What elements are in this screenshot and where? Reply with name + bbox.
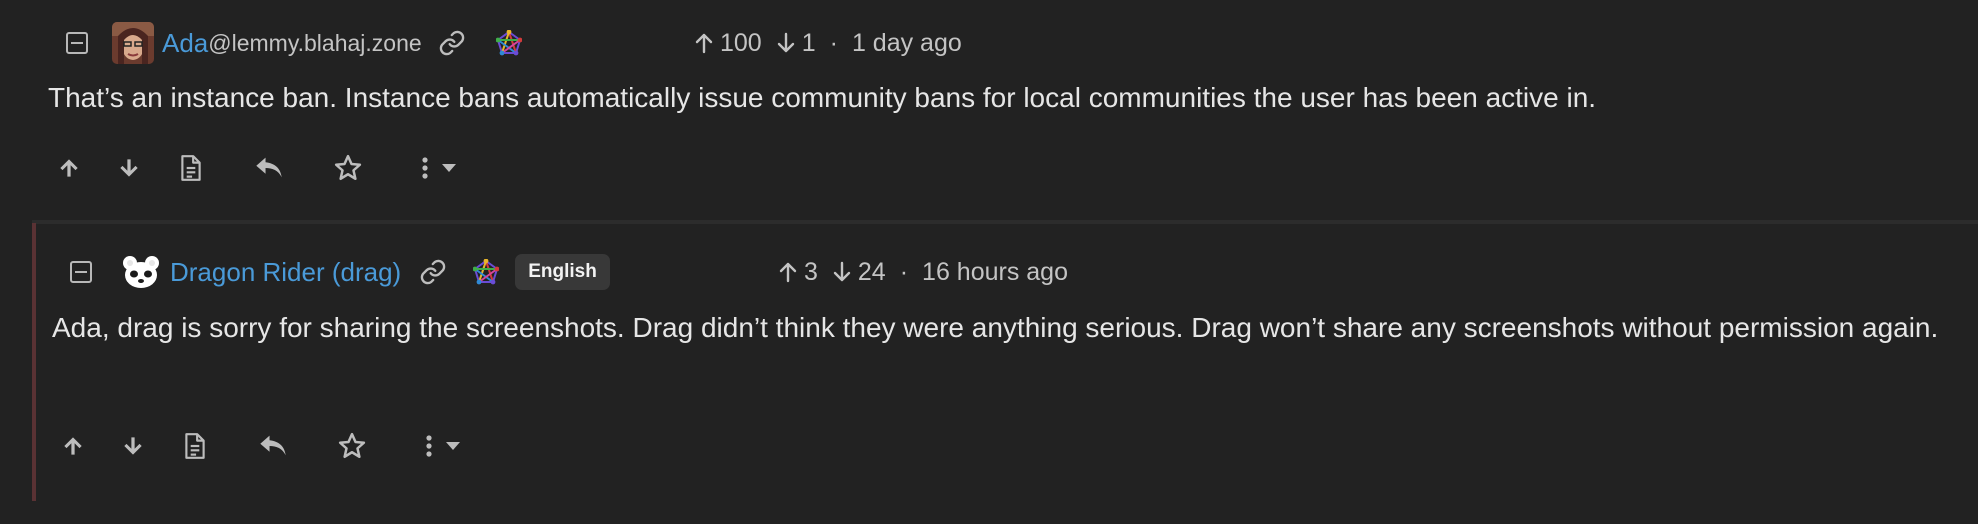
more-actions-button[interactable] bbox=[414, 148, 464, 188]
arrow-down-icon bbox=[776, 32, 796, 54]
chevron-down-icon bbox=[441, 163, 457, 173]
arrow-down-icon bbox=[832, 261, 852, 283]
username[interactable]: Ada bbox=[162, 28, 208, 59]
view-source-icon[interactable] bbox=[180, 426, 210, 466]
upvote-icon[interactable] bbox=[54, 148, 84, 188]
language-badge: English bbox=[515, 254, 610, 290]
collapse-icon[interactable] bbox=[70, 261, 92, 283]
upvote-count: 3 bbox=[804, 257, 818, 286]
comment-reply: Dragon Rider (drag) English 3 24 · 16 ho… bbox=[0, 216, 1978, 524]
arrow-up-icon bbox=[778, 261, 798, 283]
comment-body: Ada, drag is sorry for sharing the scree… bbox=[52, 312, 1939, 343]
meta-separator: · bbox=[829, 28, 838, 57]
downvote-icon[interactable] bbox=[118, 426, 148, 466]
reply-icon[interactable] bbox=[252, 148, 286, 188]
more-vertical-icon bbox=[421, 156, 429, 180]
avatar[interactable] bbox=[120, 251, 162, 293]
comment-body: That’s an instance ban. Instance bans au… bbox=[48, 82, 1597, 113]
vote-meta: 100 1 · 1 day ago bbox=[694, 23, 962, 63]
upvote-count: 100 bbox=[720, 28, 762, 57]
fediverse-icon[interactable] bbox=[473, 259, 500, 285]
comment-actions bbox=[48, 148, 488, 188]
downvote-count: 1 bbox=[801, 28, 816, 57]
meta-separator: · bbox=[899, 257, 909, 286]
star-icon[interactable] bbox=[332, 148, 364, 188]
comment-header: Dragon Rider (drag) English bbox=[70, 252, 610, 292]
arrow-up-icon bbox=[694, 32, 714, 54]
user-instance[interactable]: @lemmy.blahaj.zone bbox=[208, 30, 421, 57]
link-icon[interactable] bbox=[438, 29, 466, 57]
downvote-count: 24 bbox=[857, 257, 886, 286]
view-source-icon[interactable] bbox=[176, 148, 206, 188]
upvote-icon[interactable] bbox=[58, 426, 88, 466]
collapse-icon[interactable] bbox=[66, 32, 88, 54]
more-vertical-icon bbox=[425, 434, 433, 458]
username[interactable]: Dragon Rider (drag) bbox=[170, 257, 401, 288]
downvote-icon[interactable] bbox=[114, 148, 144, 188]
comment-time[interactable]: 1 day ago bbox=[852, 29, 962, 58]
chevron-down-icon bbox=[445, 441, 461, 451]
star-icon[interactable] bbox=[336, 426, 368, 466]
comment-actions bbox=[52, 426, 492, 466]
vote-meta: 3 24 · 16 hours ago bbox=[778, 252, 1068, 292]
more-actions-button[interactable] bbox=[418, 426, 468, 466]
link-icon[interactable] bbox=[419, 258, 447, 286]
fediverse-icon[interactable] bbox=[495, 30, 522, 56]
comment: Ada @lemmy.blahaj.zone 100 1 · 1 day ago… bbox=[0, 0, 1978, 216]
comment-time[interactable]: 16 hours ago bbox=[922, 258, 1068, 287]
reply-icon[interactable] bbox=[256, 426, 290, 466]
avatar[interactable] bbox=[112, 22, 154, 64]
comment-header: Ada @lemmy.blahaj.zone bbox=[66, 22, 522, 64]
